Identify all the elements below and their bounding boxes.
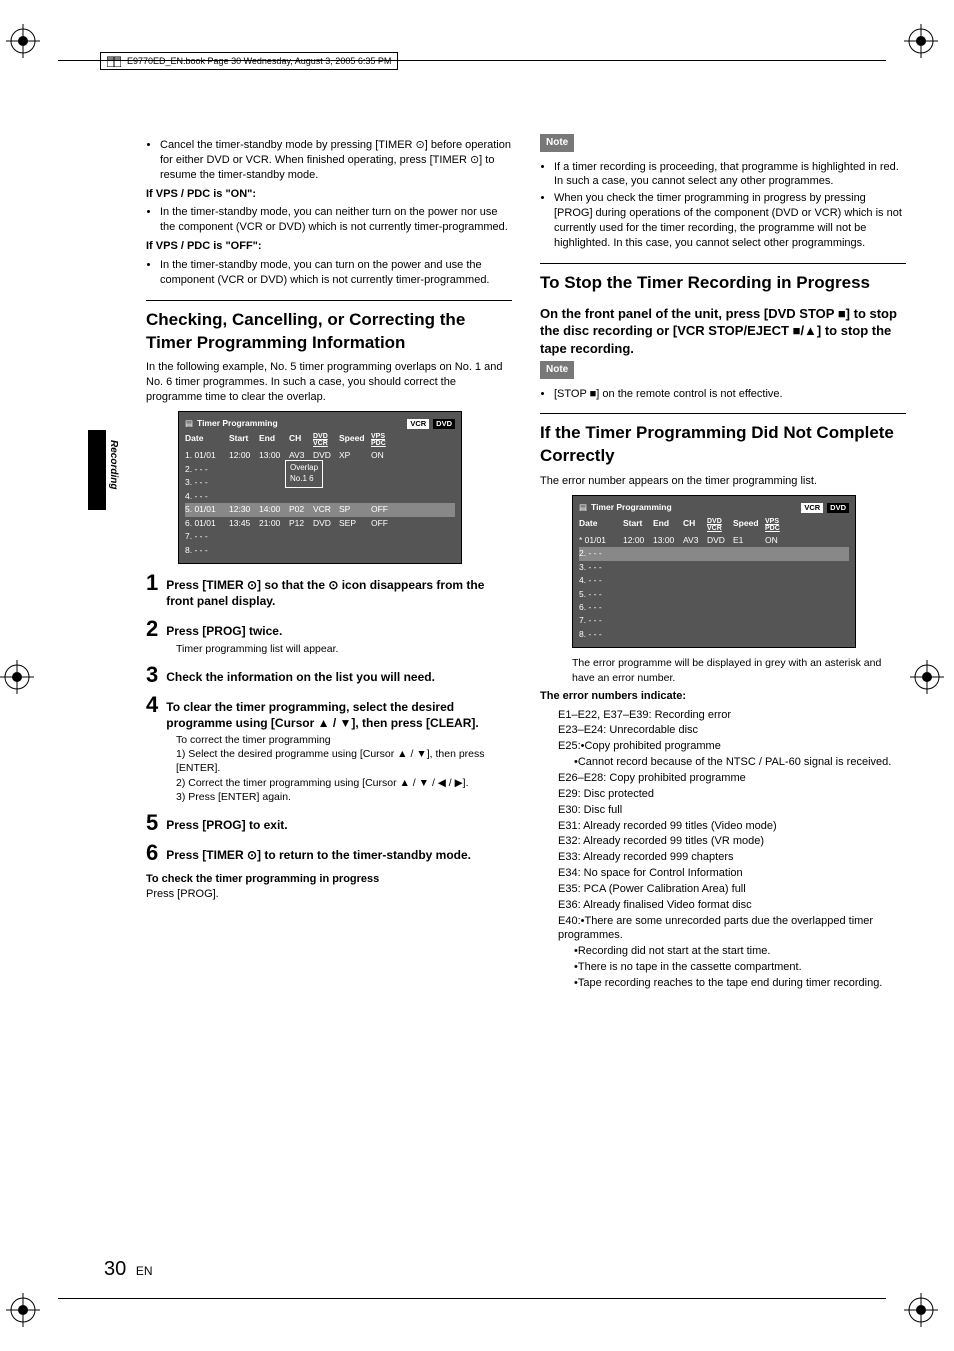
step-1: 1Press [TIMER ⊙] so that the ⊙ icon disa…	[146, 572, 512, 609]
intro-text: In the following example, No. 5 timer pr…	[146, 360, 512, 405]
step-5: 5Press [PROG] to exit.	[146, 812, 512, 834]
section-name: Recording	[108, 440, 119, 489]
registration-mark-icon	[904, 24, 938, 58]
step-6: 6Press [TIMER ⊙] to return to the timer-…	[146, 842, 512, 864]
step-2-sub: Timer programming list will appear.	[176, 642, 512, 656]
divider	[146, 300, 512, 301]
table-row: 4. - - -	[579, 574, 849, 587]
error-item: •Cannot record because of the NTSC / PAL…	[558, 755, 906, 770]
table-header: Date Start End CH DVD VCR Speed VPS PDC	[579, 518, 849, 532]
vcr-badge: VCR	[407, 419, 429, 429]
crop-line	[58, 1298, 886, 1299]
step-4-sub-3: 3) Press [ENTER] again.	[176, 790, 512, 804]
error-item: E32: Already recorded 99 titles (VR mode…	[558, 834, 906, 849]
book-metadata-text: E9770ED_EN.book Page 30 Wednesday, Augus…	[127, 56, 391, 66]
step-4: 4To clear the timer programming, select …	[146, 694, 512, 731]
panel-title: Timer Programming	[591, 502, 672, 513]
heading-stop: To Stop the Timer Recording in Progress	[540, 272, 906, 295]
divider	[540, 263, 906, 264]
note-item: [STOP ■] on the remote control is not ef…	[554, 387, 906, 402]
table-row: 6. 01/0113:4521:00P12DVDSEPOFF	[185, 517, 455, 530]
step-4-sub-2: 2) Correct the timer programming using […	[176, 776, 512, 790]
timer-programming-panel: ▤ Timer Programming VCR DVD Date Start E…	[178, 411, 462, 564]
vcr-badge: VCR	[801, 503, 823, 513]
divider	[540, 413, 906, 414]
registration-mark-icon	[6, 1293, 40, 1327]
step-3: 3Check the information on the list you w…	[146, 664, 512, 686]
heading-checking: Checking, Cancelling, or Correcting the …	[146, 309, 512, 355]
error-item: E1–E22, E37–E39: Recording error	[558, 708, 906, 723]
table-row: 8. - - -	[185, 544, 455, 557]
error-item: E35: PCA (Power Calibration Area) full	[558, 882, 906, 897]
error-item: E26–E28: Copy prohibited programme	[558, 771, 906, 786]
table-row: 4. - - -	[185, 490, 455, 503]
dvd-badge: DVD	[433, 419, 455, 429]
error-list: E1–E22, E37–E39: Recording errorE23–E24:…	[540, 708, 906, 991]
bullet-item: Cancel the timer-standby mode by pressin…	[160, 138, 512, 183]
step-4-subhead: To correct the timer programming	[176, 733, 512, 747]
right-column: Note If a timer recording is proceeding,…	[540, 134, 906, 995]
error-item: E33: Already recorded 999 chapters	[558, 850, 906, 865]
error-item: •There is no tape in the cassette compar…	[558, 960, 906, 975]
error-caption: The error programme will be displayed in…	[572, 656, 906, 684]
table-row: 5. - - -	[579, 588, 849, 601]
table-row: 8. - - -	[579, 628, 849, 641]
error-item: E25:•Copy prohibited programme	[558, 739, 906, 754]
error-item: •Recording did not start at the start ti…	[558, 944, 906, 959]
note-label: Note	[540, 361, 574, 379]
overlap-callout: Overlap No.1 6	[285, 460, 323, 488]
page-number-value: 30	[104, 1258, 126, 1280]
page-number: 30 EN	[104, 1258, 152, 1281]
error-item: E36: Already finalised Video format disc	[558, 898, 906, 913]
error-item: E30: Disc full	[558, 803, 906, 818]
left-column: Cancel the timer-standby mode by pressin…	[146, 134, 512, 995]
error-item: E29: Disc protected	[558, 787, 906, 802]
error-item: E31: Already recorded 99 titles (Video m…	[558, 819, 906, 834]
list-icon: ▤	[185, 418, 193, 429]
error-numbers-head: The error numbers indicate:	[540, 689, 906, 704]
panel-title: Timer Programming	[197, 418, 278, 429]
error-item: •Tape recording reaches to the tape end …	[558, 976, 906, 991]
table-header: Date Start End CH DVD VCR Speed VPS PDC	[185, 433, 455, 447]
subhead-vps-on: If VPS / PDC is "ON":	[146, 187, 512, 202]
book-metadata: E9770ED_EN.book Page 30 Wednesday, Augus…	[100, 52, 398, 70]
note-item: When you check the timer programming in …	[554, 191, 906, 250]
registration-mark-icon	[904, 1293, 938, 1327]
table-row: * 01/0112:0013:00AV3DVDE1ON	[579, 534, 849, 547]
registration-mark-icon	[6, 24, 40, 58]
check-progress-text: Press [PROG].	[146, 887, 512, 902]
dvd-badge: DVD	[827, 503, 849, 513]
table-row: 2. - - -	[579, 547, 849, 560]
book-icon	[107, 55, 121, 67]
note-label: Note	[540, 134, 574, 152]
page-lang: EN	[136, 1264, 153, 1278]
registration-mark-icon	[910, 660, 944, 694]
registration-mark-icon	[0, 660, 34, 694]
table-row: 7. - - -	[185, 530, 455, 543]
section-tab	[88, 430, 106, 510]
error-item: E34: No space for Control Information	[558, 866, 906, 881]
bullet-item: In the timer-standby mode, you can neith…	[160, 205, 512, 235]
table-row: 6. - - -	[579, 601, 849, 614]
table-row: 5. 01/0112:3014:00P02VCRSPOFF	[185, 503, 455, 516]
table-row: 3. - - -	[579, 561, 849, 574]
error-item: E40:•There are some unrecorded parts due…	[558, 914, 906, 944]
timer-error-panel: ▤ Timer Programming VCR DVD Date Start E…	[572, 495, 856, 648]
error-item: E23–E24: Unrecordable disc	[558, 723, 906, 738]
error-intro: The error number appears on the timer pr…	[540, 474, 906, 489]
subhead-vps-off: If VPS / PDC is "OFF":	[146, 239, 512, 254]
step-2: 2Press [PROG] twice.	[146, 618, 512, 640]
step-4-sub-1: 1) Select the desired programme using [C…	[176, 747, 512, 775]
note-item: If a timer recording is proceeding, that…	[554, 160, 906, 190]
stop-instruction: On the front panel of the unit, press [D…	[540, 305, 906, 358]
table-row: 7. - - -	[579, 614, 849, 627]
info-bullets: Cancel the timer-standby mode by pressin…	[146, 138, 512, 183]
list-icon: ▤	[579, 502, 587, 513]
check-progress-head: To check the timer programming in progre…	[146, 872, 512, 887]
bullet-item: In the timer-standby mode, you can turn …	[160, 258, 512, 288]
heading-error: If the Timer Programming Did Not Complet…	[540, 422, 906, 468]
